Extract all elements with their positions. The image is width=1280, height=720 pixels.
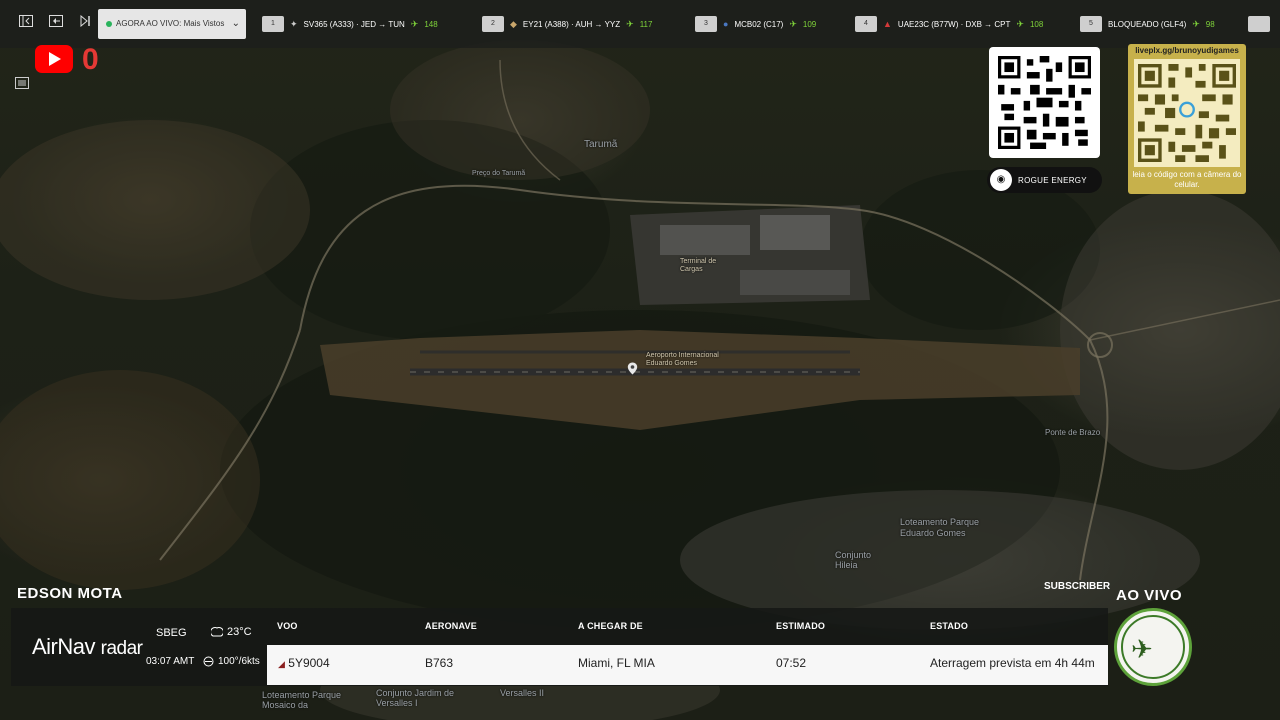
viewers-icon: ✈ xyxy=(1192,18,1200,29)
youtube-icon xyxy=(35,45,73,73)
skip-next-icon[interactable] xyxy=(76,14,94,32)
rogue-energy-logo-icon: ◉ xyxy=(990,169,1012,191)
qr-code-icon xyxy=(1138,64,1236,162)
location-pin-icon[interactable] xyxy=(627,362,638,375)
live-select-label: AGORA AO VIVO: Mais Vistos xyxy=(116,19,225,28)
cloud-icon xyxy=(211,627,223,637)
slot-count: 117 xyxy=(639,19,653,29)
slot-flight: BLOQUEADO (GLF4) xyxy=(1108,19,1187,29)
fullscreen-icon[interactable] xyxy=(47,14,65,32)
map-label-preco: Preço do Tarumã xyxy=(472,170,526,177)
status: Aterragem prevista em 4h 44m xyxy=(930,656,1095,670)
sponsor-name: ROGUE ENERGY xyxy=(1018,175,1087,185)
top-flight-slot-5[interactable]: 5 BLOQUEADO (GLF4) ✈ 98 xyxy=(1080,16,1215,32)
slot-rank: 3 xyxy=(695,16,717,32)
col-header-eta: ESTIMADO xyxy=(776,621,826,631)
youtube-counter: 0 xyxy=(82,43,99,76)
live-dot-icon xyxy=(106,21,112,27)
brand-sub: radar xyxy=(100,638,143,659)
eta: 07:52 xyxy=(776,656,807,670)
map-label-loteamento: Loteamento Parque Eduardo Gomes xyxy=(900,517,980,538)
airline-logo-icon: ✦ xyxy=(290,18,298,29)
map-label-conjunto: Conjunto Hileia xyxy=(835,550,872,570)
map-label-loteamento-mosaico: Loteamento Parque Mosaico da xyxy=(262,690,342,710)
airline-logo-icon: ● xyxy=(723,19,729,29)
qr-code-icon xyxy=(998,56,1091,149)
qr-url: liveplx.gg/brunoyudigames xyxy=(1135,46,1239,55)
qr-code-donation xyxy=(1134,59,1240,167)
map-label-terminal: Terminal de Cargas xyxy=(680,258,717,273)
col-header-flight: VOO xyxy=(277,621,298,631)
slot-rank: 4 xyxy=(855,16,877,32)
airline-logo-icon: ▲ xyxy=(883,19,892,29)
airline-logo-icon: ◢ xyxy=(278,659,285,669)
more-slots-button[interactable] xyxy=(1248,16,1270,32)
collapse-icon[interactable] xyxy=(17,14,35,32)
wind: 100°/6kts xyxy=(203,656,260,667)
slot-count: 148 xyxy=(424,19,438,29)
top-flight-slot-1[interactable]: 1 ✦ SV365 (A333) · JED → TUN ✈ 148 xyxy=(262,16,438,32)
map-label-conjunto-versalles: Conjunto Jardim de Versalles I xyxy=(376,688,455,708)
map-label-versalles: Versalles II xyxy=(500,688,545,698)
qr-caption: leia o código com a câmera do celular. xyxy=(1132,170,1242,189)
airport-code: SBEG xyxy=(156,627,187,639)
brand-main: AirNav xyxy=(32,634,96,659)
list-panel-icon[interactable] xyxy=(13,76,31,94)
wind-value: 100°/6kts xyxy=(218,656,260,667)
col-header-status: ESTADO xyxy=(930,621,969,631)
airnav-radar-logo: AirNav radar xyxy=(32,634,143,660)
airline-logo-icon: ◆ xyxy=(510,18,517,29)
streamer-name: EDSON MOTA xyxy=(17,585,123,602)
qr-code-sponsor xyxy=(989,47,1100,158)
col-header-aircraft: AERONAVE xyxy=(425,621,477,631)
live-label: AO VIVO xyxy=(1116,587,1183,604)
temperature-value: 23°C xyxy=(227,626,252,638)
slot-count: 109 xyxy=(802,19,817,29)
top-toolbar: AGORA AO VIVO: Mais Vistos ⌄ 1 ✦ SV365 (… xyxy=(0,0,1280,48)
slot-flight: UAE23C (B77W) · DXB → CPT xyxy=(897,19,1011,29)
wind-compass-icon xyxy=(203,656,214,667)
origin: Miami, FL MIA xyxy=(578,656,655,670)
sponsor-badge: ◉ ROGUE ENERGY xyxy=(987,167,1102,193)
top-flight-slot-4[interactable]: 4 ▲ UAE23C (B77W) · DXB → CPT ✈ 108 xyxy=(855,16,1043,32)
top-flight-slot-2[interactable]: 2 ◆ EY21 (A388) · AUH → YYZ ✈ 117 xyxy=(482,16,652,32)
slot-rank: 5 xyxy=(1080,16,1102,32)
slot-flight: MCB02 (C17) xyxy=(734,19,784,29)
flight-number-value: 5Y9004 xyxy=(288,656,330,670)
flight-number: ◢ 5Y9004 xyxy=(278,656,330,670)
local-time: 03:07 AMT xyxy=(146,656,195,667)
subscriber-label: SUBSCRIBER xyxy=(1044,581,1111,592)
chevron-down-icon: ⌄ xyxy=(231,18,240,29)
slot-rank: 2 xyxy=(482,16,504,32)
top-flight-slot-3[interactable]: 3 ● MCB02 (C17) ✈ 109 xyxy=(695,16,816,32)
aircraft-type: B763 xyxy=(425,656,454,670)
live-channel-select[interactable]: AGORA AO VIVO: Mais Vistos ⌄ xyxy=(98,9,246,39)
viewers-icon: ✈ xyxy=(1016,18,1024,29)
viewers-icon: ✈ xyxy=(626,18,634,29)
map-label-ponte: Ponte de Brazo xyxy=(1045,428,1101,437)
airplane-icon: ✈ xyxy=(1131,634,1153,664)
temperature: 23°C xyxy=(211,626,252,638)
slot-count: 108 xyxy=(1029,19,1044,29)
slot-rank: 1 xyxy=(262,16,284,32)
col-header-origin: A CHEGAR DE xyxy=(578,621,643,631)
map-label-taruma: Tarumã xyxy=(584,139,618,150)
viewers-icon: ✈ xyxy=(410,18,419,29)
map-label-airport: Aeroporto Internacional Eduardo Gomes xyxy=(646,352,719,367)
viewers-icon: ✈ xyxy=(789,18,797,29)
slot-flight: SV365 (A333) · JED → TUN xyxy=(303,19,405,29)
slot-count: 98 xyxy=(1205,19,1215,29)
slot-flight: EY21 (A388) · AUH → YYZ xyxy=(522,19,621,29)
